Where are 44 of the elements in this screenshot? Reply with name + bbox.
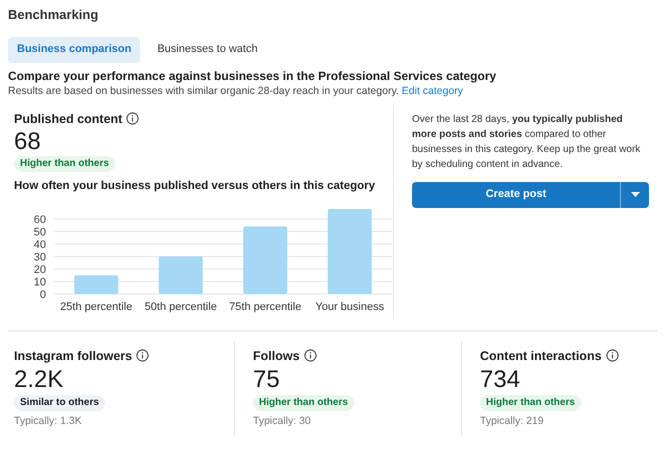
typical-value: Typically: 219 — [480, 414, 545, 430]
metric-value: 734 — [480, 366, 522, 394]
info-icon[interactable] — [126, 112, 140, 126]
info-icon[interactable] — [304, 349, 317, 362]
axis-label: 25th percentile — [60, 300, 132, 312]
axis-label: 20 — [34, 264, 46, 276]
axis-label: 75th percentile — [229, 300, 302, 312]
typical-value: Typically: 30 — [253, 414, 312, 430]
metric-label: Instagram followers — [14, 348, 132, 365]
chart-bar — [74, 274, 118, 294]
chart-title: How often your business published versus others in this category — [14, 179, 376, 194]
insight-text: Over the last 28 days, you typically published more posts and stories compared to other businesses in this category. Keep up the great work by scheduling content in advance. — [412, 112, 642, 172]
typical-value: Typically: 1.3K — [14, 414, 83, 430]
caret-icon — [630, 192, 640, 197]
metric-value: 68 — [14, 128, 42, 156]
axis-label: 50th percentile — [144, 300, 217, 312]
heading: Compare your performance against businesses in the Professional Services category — [8, 68, 498, 84]
axis-label: 30 — [34, 251, 46, 263]
chart-bar — [243, 226, 288, 294]
tab[interactable]: Businesses to watch — [148, 36, 267, 62]
info-icon[interactable] — [136, 349, 150, 362]
status-badge: Higher than others — [253, 395, 354, 412]
edit-category-link[interactable]: Edit category — [402, 84, 464, 96]
axis-label: 50 — [34, 226, 46, 238]
section-title: Benchmarking — [8, 6, 100, 24]
tab[interactable]: Business comparison — [8, 36, 140, 62]
dropdown-button[interactable] — [620, 182, 649, 208]
axis-label: 40 — [34, 238, 46, 250]
status-badge: Higher than others — [480, 395, 581, 412]
metric-label: Content interactions — [480, 348, 602, 364]
subheading: Results are based on businesses with similar organic 28-day reach in your category. — [8, 84, 399, 96]
create-post-button[interactable]: Create post — [412, 182, 620, 208]
metric-value: 2.2K — [14, 366, 64, 394]
metric-value: 75 — [253, 366, 281, 394]
metric-label: Published content — [14, 110, 122, 128]
metric-label: Follows — [253, 348, 300, 364]
status-badge: Similar to others — [14, 395, 105, 412]
chart-bar — [158, 256, 203, 294]
axis-label: 0 — [40, 288, 46, 300]
axis-label: Your business — [315, 300, 384, 312]
status-badge: Higher than others — [14, 156, 115, 172]
axis-label: 10 — [34, 276, 46, 288]
info-icon[interactable] — [606, 349, 619, 362]
axis-label: 60 — [34, 214, 46, 226]
